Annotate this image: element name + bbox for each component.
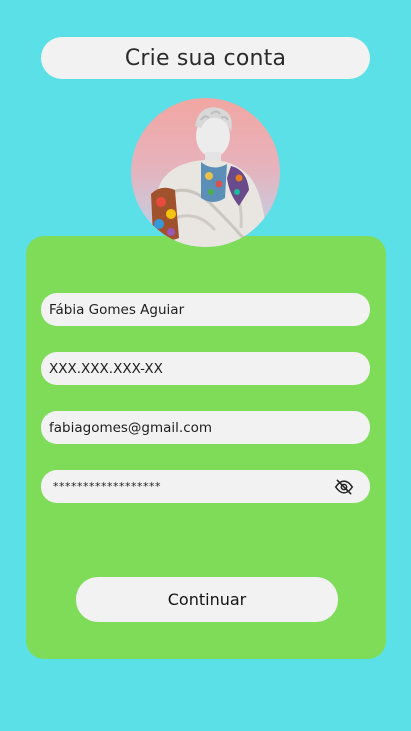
continue-button[interactable]: Continuar bbox=[76, 577, 338, 622]
cpf-field-value[interactable]: XXX.XXX.XXX-XX bbox=[49, 361, 362, 377]
password-field[interactable]: ****************** bbox=[41, 470, 370, 503]
page-title: Crie sua conta bbox=[124, 45, 287, 71]
email-field[interactable]: fabiagomes@gmail.com bbox=[41, 411, 370, 444]
password-field-value[interactable]: ****************** bbox=[49, 480, 334, 493]
email-field-value[interactable]: fabiagomes@gmail.com bbox=[49, 420, 362, 436]
name-field[interactable]: Fábia Gomes Aguiar bbox=[41, 293, 370, 326]
page-title-pill: Crie sua conta bbox=[41, 37, 370, 79]
profile-avatar[interactable] bbox=[131, 98, 280, 247]
cpf-field[interactable]: XXX.XXX.XXX-XX bbox=[41, 352, 370, 385]
eye-slash-icon[interactable] bbox=[334, 477, 354, 497]
continue-button-label: Continuar bbox=[167, 590, 247, 609]
statue-avatar-icon bbox=[151, 107, 267, 247]
name-field-value[interactable]: Fábia Gomes Aguiar bbox=[49, 302, 362, 318]
